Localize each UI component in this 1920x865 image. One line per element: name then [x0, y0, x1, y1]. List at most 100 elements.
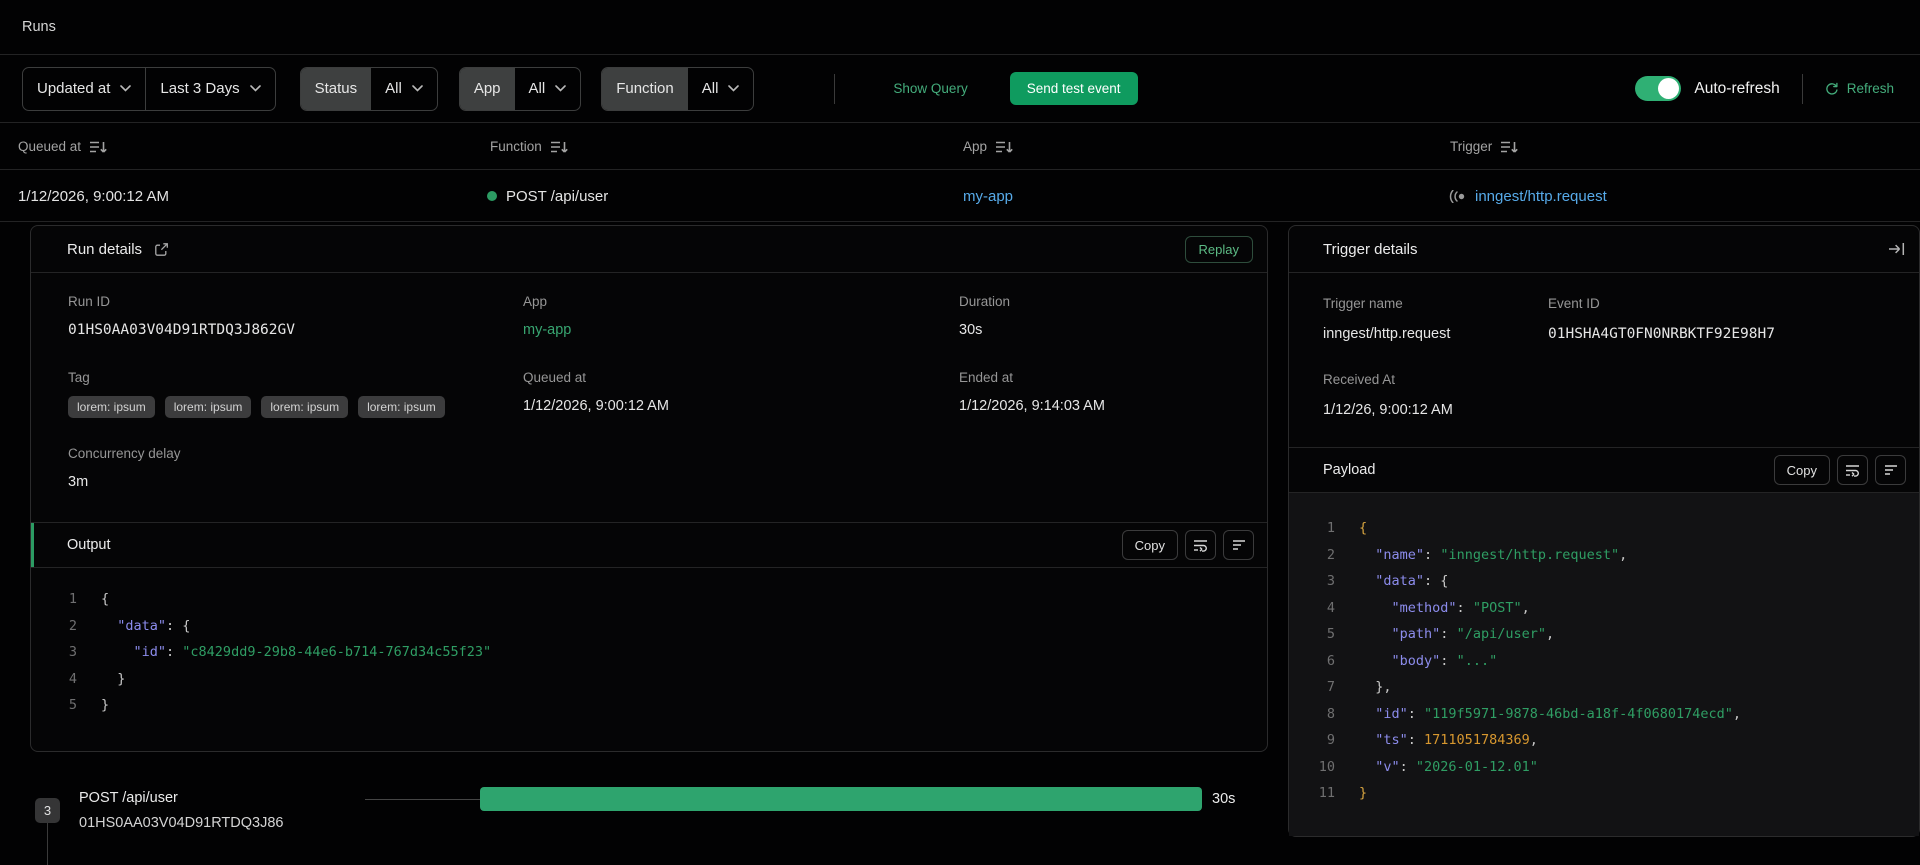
line-number: 2	[1326, 546, 1335, 563]
status-filter-group: Status All	[299, 66, 438, 111]
line-number: 3	[68, 644, 77, 661]
run-id-label: Run ID	[68, 294, 111, 309]
run-row[interactable]: 1/12/2026, 9:00:12 AM POST /api/user my-…	[0, 170, 1920, 222]
column-header-function[interactable]: Function	[490, 123, 568, 170]
app-label: App	[523, 294, 548, 309]
status-filter-value: All	[385, 80, 402, 97]
align-left-icon[interactable]	[1875, 455, 1906, 485]
status-filter-dropdown[interactable]: All	[371, 68, 437, 110]
code-line: 9 "ts": 1711051784369,	[1289, 727, 1919, 754]
trigger-details-title: Trigger details	[1323, 240, 1418, 258]
app-filter-dropdown[interactable]: All	[515, 68, 581, 110]
send-test-event-button[interactable]: Send test event	[1009, 72, 1138, 105]
align-left-icon[interactable]	[1223, 530, 1254, 560]
app-filter-label: App	[459, 67, 515, 110]
ended-at-label: Ended at	[959, 370, 1014, 385]
output-section-header: Output Copy	[31, 522, 1267, 568]
auto-refresh-label: Auto-refresh	[1694, 79, 1780, 97]
code-line: 10 "v": "2026-01-12.01"	[1289, 754, 1919, 781]
filter-bar: Updated at Last 3 Days Status All App Al…	[0, 55, 1920, 123]
timeline-duration-bar[interactable]	[480, 787, 1202, 811]
app-filter-group: App All	[458, 66, 582, 111]
run-details-title: Run details	[67, 240, 143, 258]
code-line: 4 }	[31, 666, 1267, 693]
line-number: 4	[68, 670, 77, 687]
page-title: Runs	[22, 19, 56, 35]
chevron-down-icon	[120, 85, 132, 92]
duration-value: 30s	[959, 322, 983, 338]
runs-table-header: Queued at Function App Trigger	[0, 123, 1920, 170]
sort-icon	[995, 140, 1013, 154]
output-title: Output	[67, 537, 111, 553]
trigger-name-value: inngest/http.request	[1323, 326, 1451, 342]
run-row-trigger-link[interactable]: inngest/http.request	[1448, 170, 1607, 222]
code-line: 1{	[1289, 515, 1919, 542]
chevron-down-icon	[555, 85, 566, 92]
function-filter-value: All	[701, 80, 719, 97]
timeline-duration-label: 30s	[1212, 791, 1236, 807]
code-line: 7 },	[1289, 674, 1919, 701]
timeline-step-id: 01HS0AA03V04D91RTDQ3J86	[79, 815, 284, 831]
code-line: 11}	[1289, 780, 1919, 807]
column-header-trigger[interactable]: Trigger	[1450, 123, 1519, 170]
word-wrap-icon[interactable]	[1185, 530, 1216, 560]
line-number: 2	[68, 617, 77, 634]
external-link-icon[interactable]	[154, 242, 169, 257]
auto-refresh-toggle[interactable]	[1635, 76, 1682, 101]
time-range-dropdown[interactable]: Last 3 Days	[146, 68, 274, 110]
received-at-label: Received At	[1323, 372, 1396, 387]
trigger-name-label: Trigger name	[1323, 296, 1403, 311]
column-header-queued-at[interactable]: Queued at	[18, 123, 107, 170]
divider	[834, 73, 836, 104]
received-at-value: 1/12/26, 9:00:12 AM	[1323, 402, 1453, 418]
code-line: 3 "data": {	[1289, 568, 1919, 595]
payload-title: Payload	[1323, 462, 1376, 478]
sort-icon	[89, 140, 107, 154]
code-line: 6 "body": "..."	[1289, 648, 1919, 675]
event-id-label: Event ID	[1548, 296, 1600, 311]
output-copy-button[interactable]: Copy	[1121, 530, 1178, 560]
tag-badge: lorem: ipsum	[164, 396, 252, 418]
line-number: 10	[1318, 758, 1335, 775]
line-number: 9	[1326, 732, 1335, 749]
chevron-down-icon	[412, 85, 423, 92]
sort-icon	[1500, 140, 1519, 154]
code-line: 5 "path": "/api/user",	[1289, 621, 1919, 648]
step-count-badge[interactable]: 3	[35, 798, 60, 823]
trigger-details-header: Trigger details	[1289, 226, 1919, 273]
run-details-header: Run details Replay	[31, 226, 1267, 273]
run-row-app-link[interactable]: my-app	[963, 170, 1013, 222]
sort-time-filter-group: Updated at Last 3 Days	[22, 66, 276, 111]
sort-field-dropdown[interactable]: Updated at	[23, 68, 145, 110]
code-line: 5}	[31, 692, 1267, 719]
sort-icon	[550, 140, 568, 154]
tag-badge: lorem: ipsum	[358, 396, 445, 418]
output-code-block[interactable]: 1{2 "data": {3 "id": "c8429dd9-29b8-44e6…	[31, 568, 1267, 751]
tag-badge: lorem: ipsum	[68, 396, 155, 418]
run-row-queued-at: 1/12/2026, 9:00:12 AM	[18, 187, 169, 205]
status-dot-completed	[487, 191, 497, 201]
show-query-link[interactable]: Show Query	[893, 81, 967, 96]
sort-field-value: Updated at	[37, 80, 111, 97]
trigger-details-panel: Trigger details Trigger name inngest/htt…	[1288, 225, 1920, 837]
collapse-panel-icon[interactable]	[1888, 242, 1905, 256]
tag-list: lorem: ipsum lorem: ipsum lorem: ipsum lore…	[68, 396, 445, 418]
concurrency-delay-label: Concurrency delay	[68, 446, 181, 461]
function-filter-label: Function	[602, 67, 688, 110]
payload-code-block[interactable]: 1{2 "name": "inngest/http.request", 3 "da…	[1289, 493, 1919, 836]
timeline-step-name: POST /api/user	[79, 790, 178, 806]
queued-at-value: 1/12/2026, 9:00:12 AM	[523, 398, 669, 414]
column-header-app[interactable]: App	[963, 123, 1013, 170]
replay-button[interactable]: Replay	[1184, 235, 1253, 263]
function-filter-dropdown[interactable]: All	[688, 68, 754, 110]
app-link[interactable]: my-app	[523, 322, 571, 338]
time-range-value: Last 3 Days	[160, 80, 240, 97]
status-filter-label: Status	[300, 67, 372, 110]
payload-copy-button[interactable]: Copy	[1773, 455, 1830, 485]
word-wrap-icon[interactable]	[1837, 455, 1868, 485]
refresh-button[interactable]: Refresh	[1825, 81, 1894, 96]
top-bar: Runs	[0, 0, 1920, 55]
line-number: 11	[1318, 785, 1335, 802]
line-number: 1	[68, 591, 77, 608]
code-line: 4 "method": "POST",	[1289, 595, 1919, 622]
